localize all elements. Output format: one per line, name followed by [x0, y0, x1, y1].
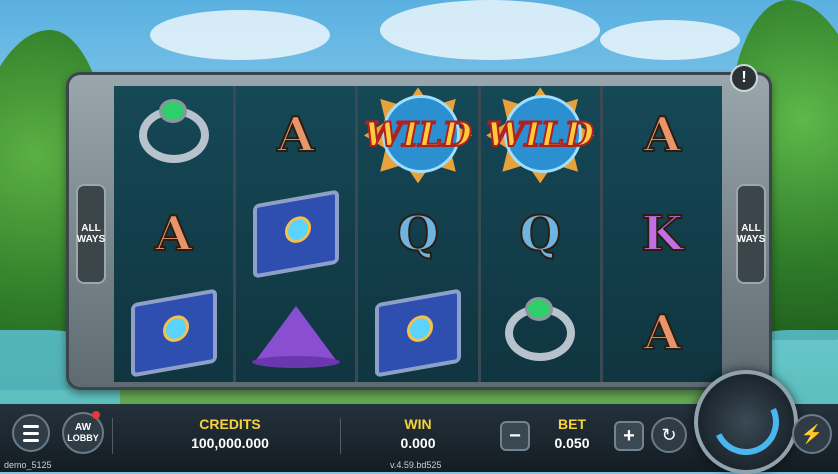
reel-1: A — [114, 86, 237, 382]
lobby-logo-icon: AW — [74, 422, 92, 433]
wild-symbol-icon: WILD — [485, 87, 595, 184]
cloud — [380, 0, 600, 60]
symbol-spellbook — [236, 185, 355, 284]
reel-grid: A A WILD Q WILD Q A K A — [114, 86, 723, 382]
spin-arrow-icon — [703, 379, 789, 465]
reel-2: A — [236, 86, 359, 382]
reel-3: WILD Q — [358, 86, 481, 382]
bet-label: BET — [558, 416, 586, 432]
info-icon: ! — [741, 69, 747, 86]
symbol-a: A — [643, 106, 682, 164]
symbol-ring — [481, 283, 600, 382]
spellbook-icon — [375, 288, 461, 378]
symbol-spellbook — [114, 283, 233, 382]
reel-4: WILD Q — [480, 86, 603, 382]
version-text: v.4.59.bd525 — [390, 460, 442, 470]
symbol-wild: WILD — [481, 86, 600, 185]
spellbook-icon — [252, 189, 339, 279]
symbol-a: A — [154, 205, 193, 263]
credits-label: CREDITS — [199, 416, 261, 432]
win-value: 0.000 — [400, 435, 436, 451]
symbol-q: Q — [518, 205, 562, 263]
autoplay-button[interactable]: ↻ — [651, 417, 687, 453]
cloud — [600, 20, 740, 60]
divider — [112, 418, 113, 454]
win-label: WIN — [404, 416, 432, 432]
all-ways-plate-right: ALL WAYS — [736, 184, 766, 284]
cloud — [150, 10, 330, 60]
autoplay-icon: ↻ — [661, 424, 677, 445]
info-button[interactable]: ! — [730, 64, 758, 92]
ring-icon — [505, 296, 576, 361]
symbol-k: K — [641, 205, 685, 263]
lightning-icon: ⚡ — [800, 423, 824, 444]
notification-dot — [92, 411, 100, 419]
symbol-wizard-hat — [236, 283, 355, 382]
wizard-hat-icon — [251, 305, 340, 368]
ring-icon — [138, 99, 209, 164]
symbol-q: Q — [396, 205, 440, 263]
spellbook-icon — [130, 288, 217, 378]
symbol-spellbook — [358, 283, 477, 382]
user-id: demo_5125 — [4, 460, 52, 470]
bet-decrease-button[interactable]: − — [500, 421, 530, 451]
symbol-wild: WILD — [358, 86, 477, 185]
credits-value: 100,000.000 — [191, 435, 269, 451]
turbo-button[interactable]: ⚡ — [792, 414, 832, 454]
reel-5: AKA — [602, 86, 723, 382]
spin-button[interactable] — [694, 370, 798, 474]
all-ways-plate-left: ALL WAYS — [76, 184, 106, 284]
symbol-ring — [114, 86, 233, 185]
hamburger-icon — [23, 424, 39, 428]
bet-value: 0.050 — [554, 435, 590, 451]
symbol-a: A — [276, 106, 315, 164]
lobby-label: LOBBY — [67, 433, 99, 443]
menu-button[interactable] — [12, 414, 50, 452]
divider — [340, 418, 341, 454]
wild-symbol-icon: WILD — [363, 87, 473, 184]
symbol-a: A — [643, 304, 682, 362]
bet-increase-button[interactable]: + — [614, 421, 644, 451]
